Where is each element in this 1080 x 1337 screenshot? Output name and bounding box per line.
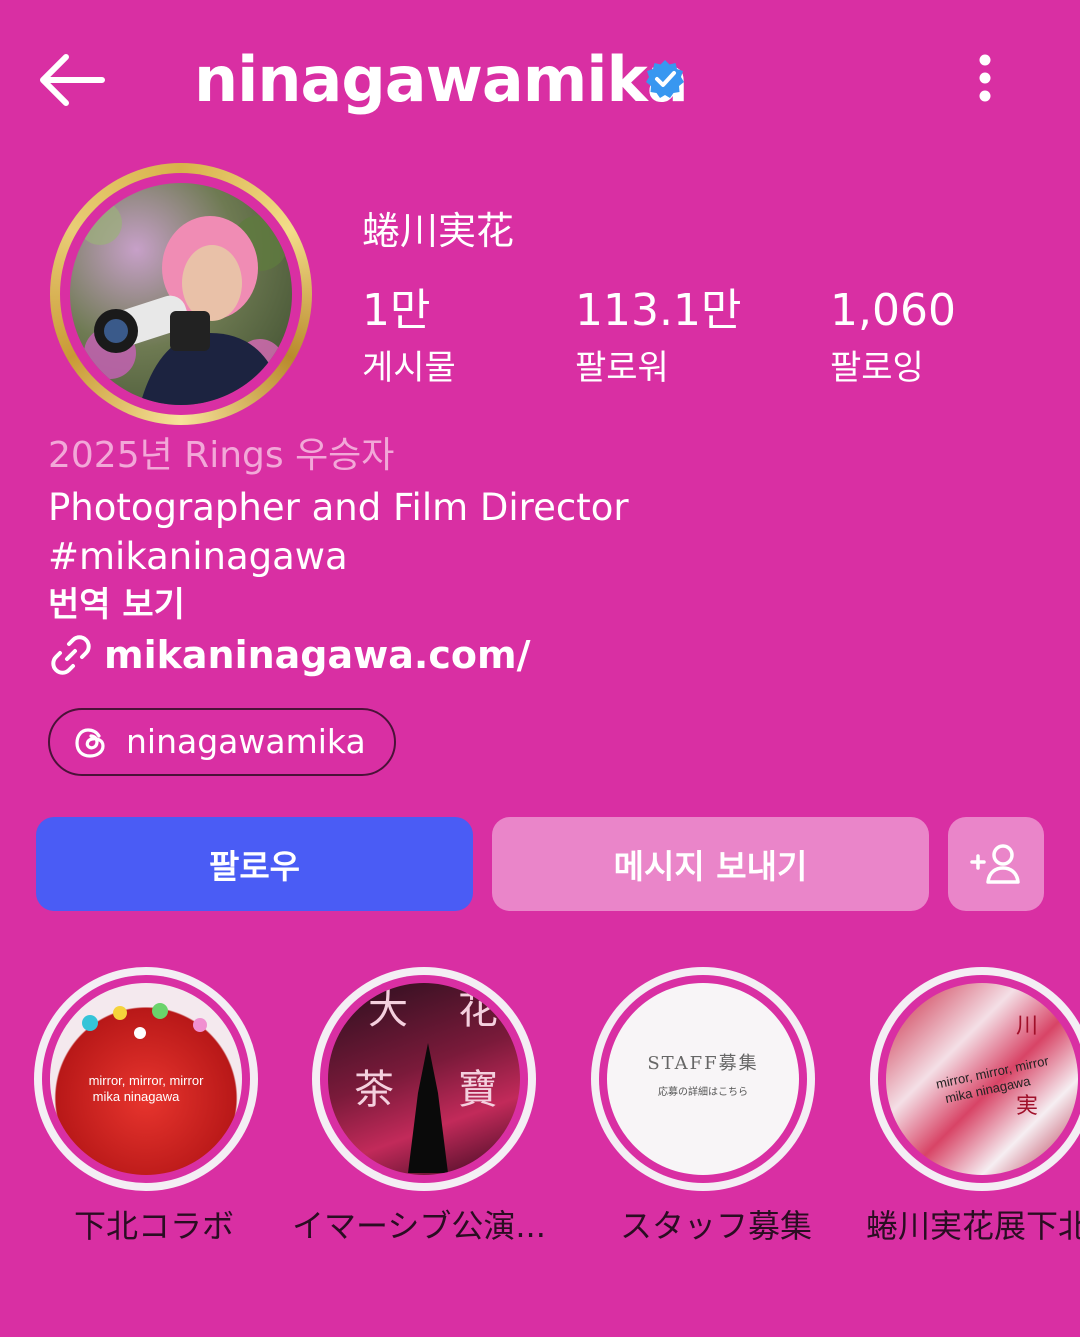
website-link[interactable]: mikaninagawa.com/ [48,632,530,686]
highlight-cover: STAFF募集 応募の詳細はこちら [607,983,799,1175]
more-vertical-icon [979,54,991,102]
add-user-icon [970,844,1020,884]
bio-hashtag[interactable]: #mikaninagawa [48,533,348,581]
more-options-button[interactable] [960,48,1010,108]
link-icon [48,632,94,678]
posts-count[interactable]: 1만 [362,283,430,339]
highlight-cover-text: mirror, mirror, mirror [89,1073,204,1088]
highlight-label[interactable]: 蜷川実花展下北 [866,1204,1080,1248]
website-link-text: mikaninagawa.com/ [104,633,531,677]
suggest-users-button[interactable] [948,817,1044,911]
avatar[interactable] [70,183,292,405]
followers-count[interactable]: 113.1만 [575,283,741,339]
display-name: 蜷川実花 [362,209,515,253]
story-highlight[interactable]: 川 実 mirror, mirror, mirror mika ninagawa [870,967,1080,1191]
posts-label[interactable]: 게시물 [362,345,456,391]
award-text: 2025년 Rings 우승자 [48,435,395,476]
profile-username: ninagawamika [194,43,689,116]
highlight-cover: 川 実 mirror, mirror, mirror mika ninagawa [886,983,1078,1175]
highlight-label[interactable]: イマーシブ公演... [292,1204,546,1248]
arrow-left-icon [40,54,105,106]
followers-label[interactable]: 팔로워 [575,345,669,391]
svg-text:mika ninagawa: mika ninagawa [93,1089,180,1104]
following-count[interactable]: 1,060 [830,283,956,339]
threads-icon [72,724,110,762]
bio-line: Photographer and Film Director [48,486,629,529]
svg-text:寶: 寶 [458,1067,498,1113]
threads-handle: ninagawamika [126,722,366,761]
highlight-cover: mirror, mirror, mirror mika ninagawa [50,983,242,1175]
highlight-label[interactable]: 下北コラボ [74,1204,234,1248]
verified-badge-icon [644,58,686,100]
svg-text:川: 川 [1016,1014,1038,1039]
highlight-cover: 大 花 茶 寶 [328,983,520,1175]
back-button[interactable] [36,44,108,116]
svg-text:実: 実 [1016,1094,1038,1119]
story-highlight[interactable]: mirror, mirror, mirror mika ninagawa [34,967,258,1191]
story-highlight[interactable]: STAFF募集 応募の詳細はこちら [591,967,815,1191]
highlight-cover-subtext: 応募の詳細はこちら [658,1087,748,1098]
following-label[interactable]: 팔로잉 [830,345,924,391]
story-highlight[interactable]: 大 花 茶 寶 [312,967,536,1191]
follow-button[interactable]: 팔로우 [36,817,473,911]
svg-text:茶: 茶 [354,1067,394,1113]
highlight-cover-text: STAFF募集 [647,1053,759,1074]
translate-link[interactable]: 번역 보기 [48,582,185,628]
highlight-label[interactable]: スタッフ募集 [620,1204,812,1248]
threads-badge[interactable]: ninagawamika [48,708,396,776]
message-button[interactable]: 메시지 보내기 [492,817,929,911]
